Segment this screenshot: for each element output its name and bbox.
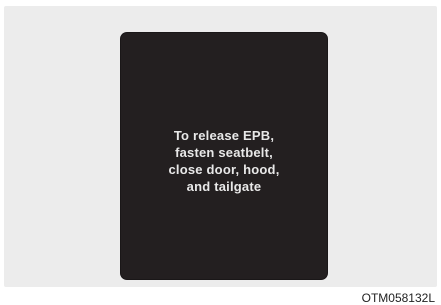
figure: To release EPB, fasten seatbelt, close d… bbox=[0, 0, 441, 305]
message-line-4: and tailgate bbox=[186, 179, 262, 194]
epb-warning-message: To release EPB, fasten seatbelt, close d… bbox=[168, 127, 279, 195]
figure-code: OTM058132L bbox=[361, 291, 435, 305]
message-line-3: close door, hood, bbox=[168, 162, 280, 177]
cluster-display-screen: To release EPB, fasten seatbelt, close d… bbox=[121, 33, 327, 279]
message-line-2: fasten seatbelt, bbox=[175, 145, 273, 160]
message-line-1: To release EPB, bbox=[173, 128, 275, 143]
